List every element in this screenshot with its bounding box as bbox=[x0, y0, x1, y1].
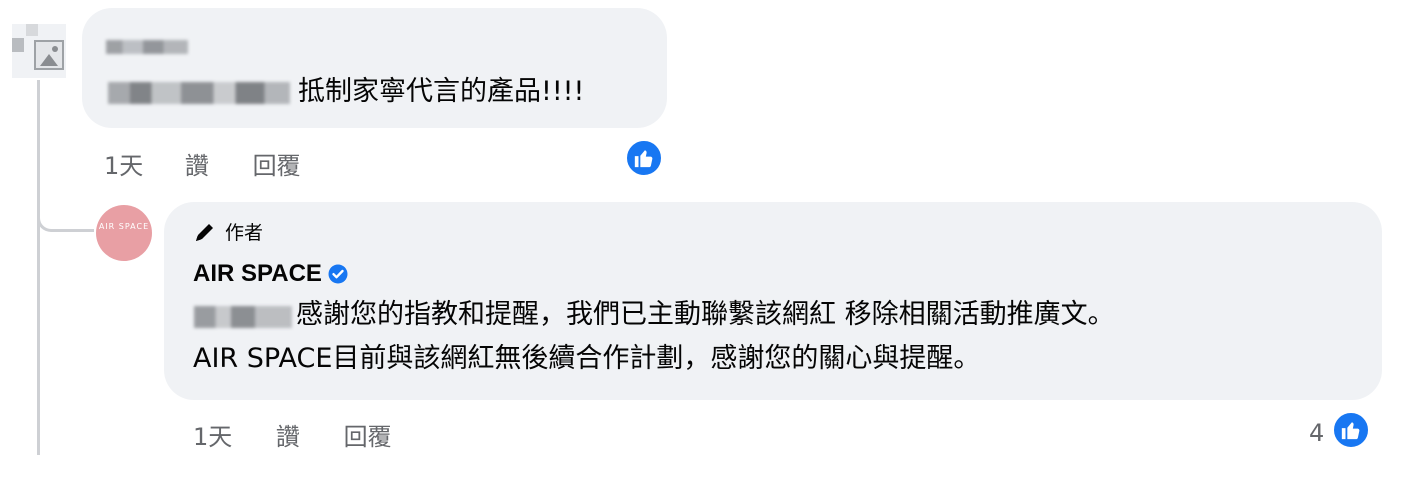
author-avatar[interactable]: AIR SPACE bbox=[96, 205, 152, 261]
reply-text-line2: AIR SPACE目前與該網紅無後續合作計劃，感謝您的關心與提醒。 bbox=[193, 343, 981, 374]
comment-bubble bbox=[82, 8, 667, 128]
verified-badge-icon bbox=[328, 263, 348, 291]
reaction-count[interactable]: 4 bbox=[1309, 419, 1324, 447]
reply-time[interactable]: 1天 bbox=[193, 417, 232, 452]
thumbs-up-icon[interactable] bbox=[624, 138, 664, 178]
reply-actions: 1天 讚 回覆 bbox=[193, 417, 392, 452]
thread-connector bbox=[37, 200, 94, 232]
like-button[interactable]: 讚 bbox=[185, 146, 209, 181]
author-name[interactable]: AIR SPACE bbox=[193, 260, 348, 291]
pencil-icon bbox=[196, 224, 213, 241]
commenter-name-redacted[interactable] bbox=[106, 40, 188, 54]
mention-redacted[interactable] bbox=[194, 306, 292, 328]
comment-actions: 1天 讚 回覆 bbox=[104, 146, 301, 181]
comment-text: 抵制家寧代言的產品!!!! bbox=[298, 76, 585, 107]
comment-time[interactable]: 1天 bbox=[104, 146, 143, 181]
thread-line bbox=[37, 80, 40, 455]
like-button[interactable]: 讚 bbox=[276, 417, 300, 452]
reply-text-line1: 感謝您的指教和提醒，我們已主動聯繫該網紅 移除相關活動推廣文。 bbox=[296, 299, 1115, 330]
reply-button[interactable]: 回覆 bbox=[344, 417, 392, 452]
commenter-avatar[interactable] bbox=[12, 24, 66, 78]
author-badge-label: 作者 bbox=[225, 222, 264, 244]
comment-thread: 抵制家寧代言的產品!!!! 1天 讚 回覆 AIR SPACE 作者 AIR S… bbox=[0, 0, 1406, 482]
author-name-label[interactable]: AIR SPACE bbox=[193, 260, 322, 287]
reply-button[interactable]: 回覆 bbox=[253, 146, 301, 181]
mention-redacted[interactable] bbox=[108, 82, 290, 104]
author-badge: 作者 bbox=[193, 218, 263, 245]
thumbs-up-icon[interactable] bbox=[1331, 410, 1371, 450]
